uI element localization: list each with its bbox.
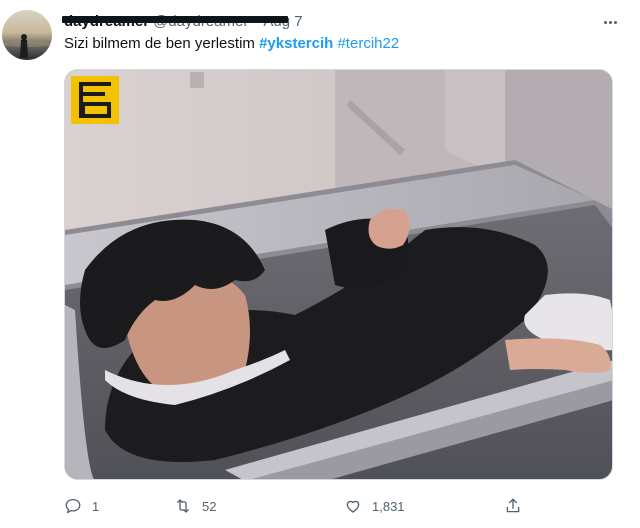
hashtag-link[interactable]: #ykstercih [259, 35, 333, 52]
tweet-text-plain: Sizi bilmem de ben yerlestim [64, 35, 260, 52]
retweet-button[interactable]: 52 [174, 494, 216, 518]
retweet-icon [177, 499, 189, 513]
tweet[interactable]: daydreamer @daydreamer · Aug 7 Sizi bilm… [0, 0, 640, 528]
more-icon[interactable] [598, 12, 622, 32]
like-count: 1,831 [372, 498, 405, 514]
photo-scene [65, 70, 612, 479]
tweet-text: Sizi bilmem de ben yerlestim #ykstercih … [64, 34, 399, 54]
hashtag-link[interactable]: #tercih22 [337, 35, 399, 52]
retweet-count: 52 [202, 498, 217, 514]
reply-button[interactable]: 1 [64, 494, 99, 518]
tweet-photo[interactable] [64, 69, 613, 480]
like-icon [346, 500, 360, 513]
avatar-image [2, 34, 52, 58]
like-button[interactable]: 1,831 [344, 494, 405, 518]
reply-count: 1 [92, 498, 100, 514]
share-button[interactable] [504, 494, 522, 518]
reply-icon [65, 498, 81, 514]
avatar[interactable] [2, 10, 52, 60]
tweet-actions: 1 52 1,831 [64, 494, 534, 518]
redaction-bar [62, 16, 288, 23]
share-icon [506, 498, 520, 513]
